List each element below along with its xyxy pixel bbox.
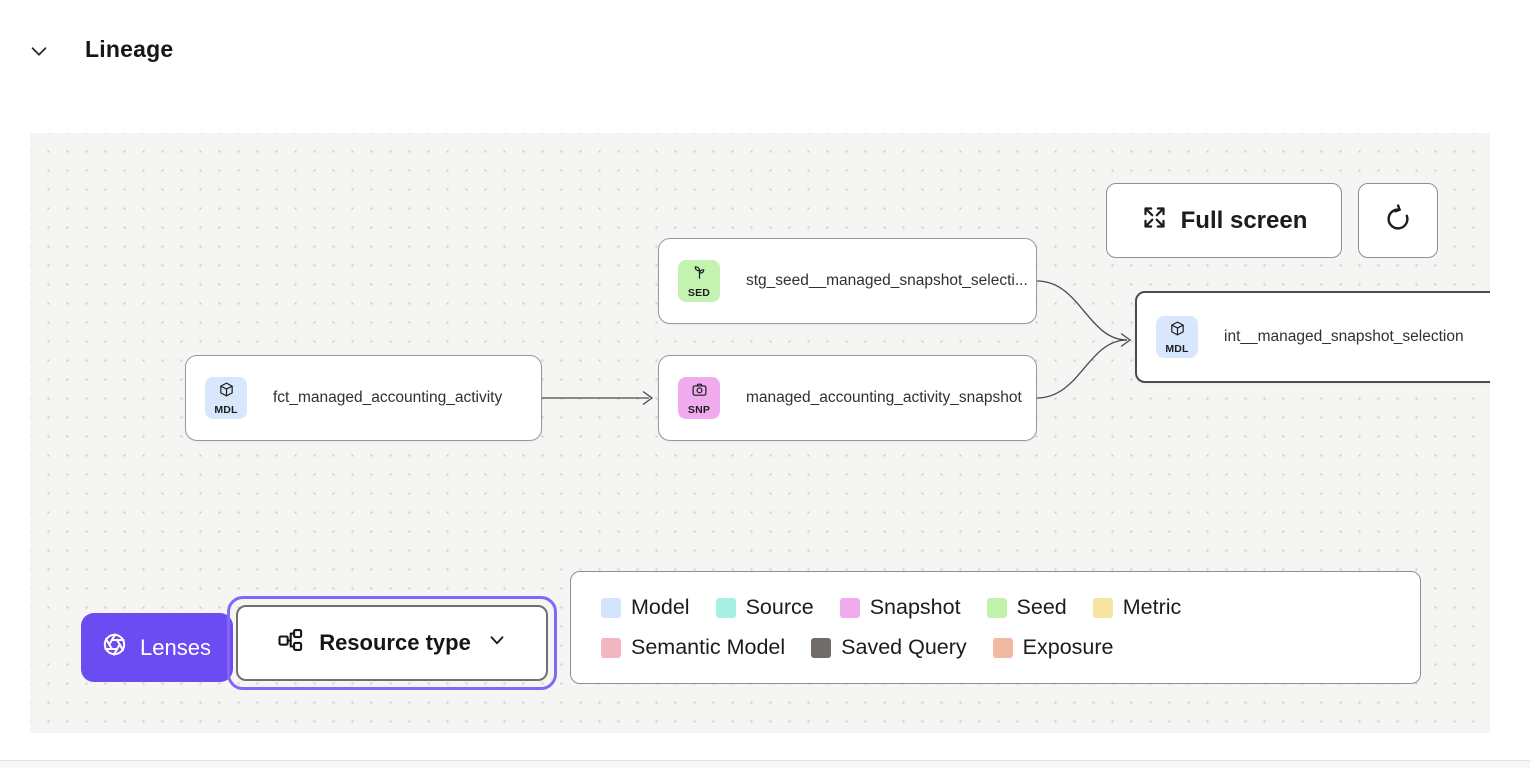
legend-label: Snapshot [870, 595, 961, 620]
legend-label: Model [631, 595, 690, 620]
node-label: fct_managed_accounting_activity [273, 389, 502, 407]
camera-icon [691, 381, 708, 403]
legend-label: Exposure [1023, 635, 1114, 660]
resource-type-label: Resource type [319, 630, 471, 656]
full-screen-label: Full screen [1181, 207, 1308, 235]
exposure-color-swatch [993, 638, 1013, 658]
lineage-page: Lineage Full screen [0, 0, 1530, 768]
maximize-icon [1141, 204, 1168, 238]
metric-color-swatch [1093, 598, 1113, 618]
legend-item-exposure: Exposure [993, 635, 1114, 660]
badge-label: MDL [1165, 343, 1188, 355]
legend-item-metric: Metric [1093, 595, 1182, 620]
legend-item-model: Model [601, 595, 690, 620]
cube-icon [218, 381, 235, 403]
badge-label: SNP [688, 404, 710, 416]
seed-badge: SED [678, 260, 720, 302]
legend-label: Metric [1123, 595, 1182, 620]
legend-item-saved-query: Saved Query [811, 635, 966, 660]
badge-label: MDL [214, 404, 237, 416]
chevron-down-icon[interactable] [28, 40, 50, 62]
refresh-icon [1383, 204, 1413, 237]
legend-row-2: Semantic Model Saved Query Exposure [601, 635, 1390, 660]
saved-query-color-swatch [811, 638, 831, 658]
legend-label: Source [746, 595, 814, 620]
page-title: Lineage [85, 36, 173, 63]
sprout-icon [691, 264, 708, 286]
snapshot-badge: SNP [678, 377, 720, 419]
node-label: managed_accounting_activity_snapshot [746, 389, 1022, 407]
model-color-swatch [601, 598, 621, 618]
resource-type-dropdown[interactable]: Resource type [236, 605, 548, 681]
resource-type-legend: Model Source Snapshot Seed Metric [570, 571, 1421, 684]
legend-item-snapshot: Snapshot [840, 595, 961, 620]
lineage-header: Lineage [0, 0, 1530, 100]
source-color-swatch [716, 598, 736, 618]
lineage-node-int-managed-snapshot-selection[interactable]: MDL int__managed_snapshot_selection [1135, 291, 1490, 383]
lenses-label: Lenses [140, 635, 211, 661]
legend-label: Saved Query [841, 635, 966, 660]
snapshot-color-swatch [840, 598, 860, 618]
refresh-button[interactable] [1358, 183, 1438, 258]
legend-item-semantic-model: Semantic Model [601, 635, 785, 660]
model-badge: MDL [1156, 316, 1198, 358]
cube-icon [1169, 320, 1186, 342]
legend-row-1: Model Source Snapshot Seed Metric [601, 595, 1390, 620]
lineage-node-managed-accounting-activity-snapshot[interactable]: SNP managed_accounting_activity_snapshot [658, 355, 1037, 441]
legend-label: Seed [1017, 595, 1067, 620]
legend-item-seed: Seed [987, 595, 1067, 620]
semantic-model-color-swatch [601, 638, 621, 658]
section-divider [0, 760, 1530, 768]
hierarchy-icon [276, 626, 304, 660]
resource-type-focus-ring: Resource type [227, 596, 557, 690]
seed-color-swatch [987, 598, 1007, 618]
lenses-button[interactable]: Lenses [81, 613, 233, 682]
lineage-node-fct-managed-accounting-activity[interactable]: MDL fct_managed_accounting_activity [185, 355, 542, 441]
full-screen-button[interactable]: Full screen [1106, 183, 1342, 258]
model-badge: MDL [205, 377, 247, 419]
chevron-down-icon [486, 629, 508, 657]
legend-label: Semantic Model [631, 635, 785, 660]
aperture-icon [101, 631, 128, 664]
badge-label: SED [688, 287, 710, 299]
legend-item-source: Source [716, 595, 814, 620]
lineage-node-stg-seed[interactable]: SED stg_seed__managed_snapshot_selecti..… [658, 238, 1037, 324]
node-label: int__managed_snapshot_selection [1224, 328, 1464, 346]
node-label: stg_seed__managed_snapshot_selecti... [746, 272, 1028, 290]
lineage-canvas[interactable]: Full screen MDL fct_managed_accounting [30, 133, 1490, 733]
